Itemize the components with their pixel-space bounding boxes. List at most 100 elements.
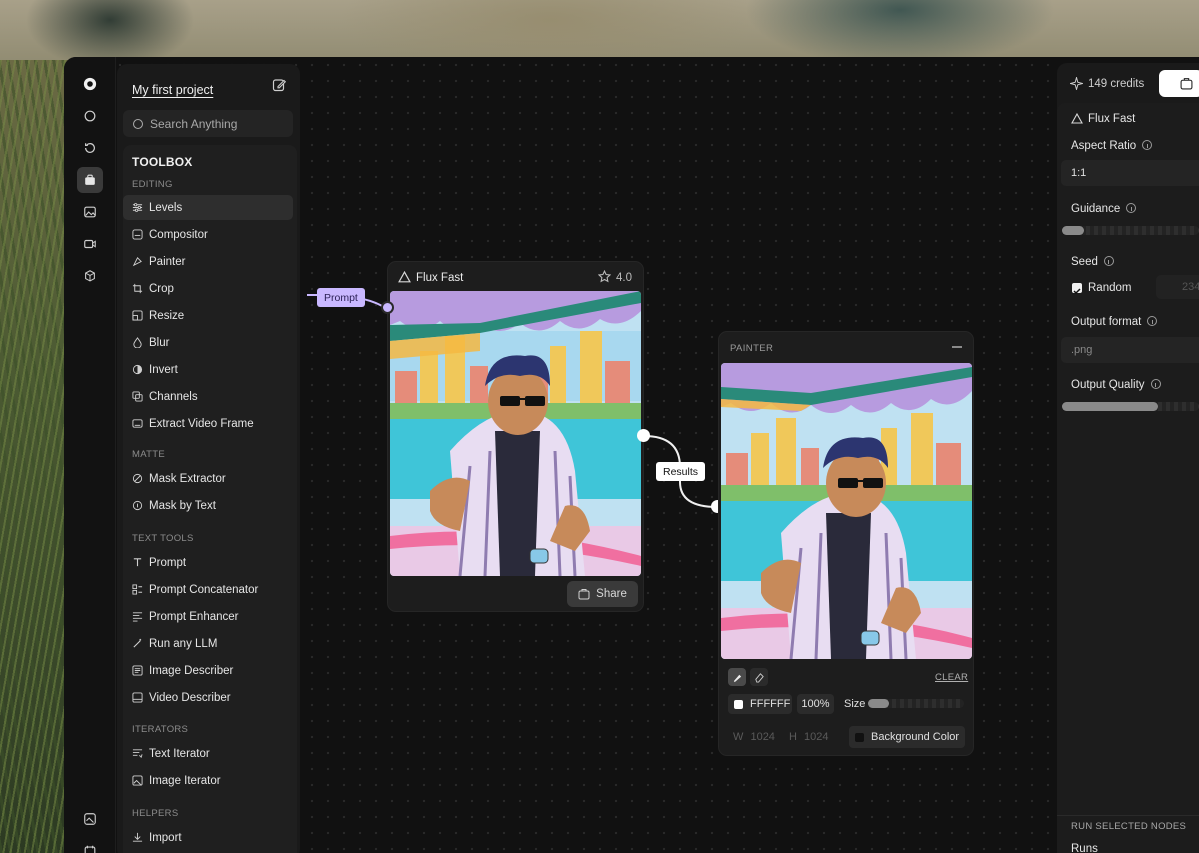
clear-button[interactable]: CLEAR: [935, 672, 968, 683]
height-field[interactable]: H 1024: [789, 731, 829, 743]
toolbox-title: TOOLBOX: [132, 155, 193, 169]
tool-painter[interactable]: Painter: [123, 249, 293, 274]
height-label: H: [789, 731, 797, 743]
video-describe-icon: [132, 692, 143, 703]
tool-label: Prompt Enhancer: [149, 610, 239, 623]
prompt-input-port[interactable]: [381, 301, 394, 314]
project-title[interactable]: My first project: [132, 83, 213, 97]
tool-label: Image Iterator: [149, 774, 221, 787]
search-input[interactable]: Search Anything: [123, 110, 293, 137]
color-swatch: [734, 699, 743, 709]
painter-node[interactable]: PAINTER CLEAR FFFFFF 100% Size W 1024 H …: [718, 331, 974, 756]
seed-input[interactable]: 234: [1156, 275, 1199, 299]
guidance-slider[interactable]: [1062, 226, 1199, 235]
guidance-fill: [1062, 226, 1084, 235]
crop-icon: [132, 283, 143, 294]
tool-mask-extractor[interactable]: Mask Extractor: [123, 466, 293, 491]
flux-fast-node[interactable]: Flux Fast 4.0 Share: [387, 261, 644, 612]
folder-icon: [1180, 78, 1193, 90]
calendar-icon[interactable]: [77, 838, 103, 853]
left-sidebar: My first project Search Anything TOOLBOX…: [117, 64, 300, 853]
share-button[interactable]: Share: [567, 581, 638, 607]
image-icon[interactable]: [77, 199, 103, 225]
brush-opacity-field[interactable]: 100%: [797, 694, 834, 714]
guidance-label: Guidance: [1071, 203, 1137, 215]
invert-icon: [132, 364, 143, 375]
opacity-value: 100%: [801, 698, 830, 710]
tool-video-describer[interactable]: Video Describer: [123, 685, 293, 710]
results-output-port[interactable]: [637, 429, 650, 442]
output-quality-slider[interactable]: [1062, 402, 1199, 411]
tool-label: Invert: [149, 363, 178, 376]
credits-count: 149 credits: [1088, 78, 1145, 90]
minimize-icon[interactable]: [952, 346, 962, 348]
generated-image[interactable]: [390, 291, 641, 576]
random-checkbox[interactable]: [1072, 283, 1082, 295]
width-field[interactable]: W 1024: [733, 731, 775, 743]
right-panel: 149 credits Flux Fast Aspect Ratio 1:1 G…: [1057, 63, 1199, 853]
illustration-man-on-boat: [390, 291, 641, 576]
logo-icon[interactable]: [77, 71, 103, 97]
search-placeholder: Search Anything: [150, 116, 238, 131]
tool-channels[interactable]: Channels: [123, 384, 293, 409]
eraser-icon: [754, 672, 764, 683]
aspect-ratio-select[interactable]: 1:1: [1061, 160, 1199, 186]
top-action-button[interactable]: [1159, 70, 1199, 97]
tool-compositor[interactable]: Compositor: [123, 222, 293, 247]
tool-label: Prompt: [149, 556, 187, 569]
section-editing: EDITING: [132, 179, 173, 190]
text-icon: [133, 558, 142, 567]
rating-value: 4.0: [616, 272, 632, 284]
tool-prompt[interactable]: Prompt: [123, 550, 293, 575]
seed-label: Seed: [1071, 256, 1114, 268]
aspect-ratio-value: 1:1: [1071, 167, 1087, 179]
import-icon: [132, 832, 143, 842]
resize-icon: [132, 310, 143, 321]
width-value: 1024: [750, 731, 775, 743]
info-icon[interactable]: [1142, 140, 1153, 150]
tool-text-iterator[interactable]: Text Iterator: [123, 741, 293, 766]
tool-levels[interactable]: Levels: [123, 195, 293, 220]
tool-import[interactable]: Import: [123, 825, 293, 850]
tool-image-iterator[interactable]: Image Iterator: [123, 768, 293, 793]
brush-size-slider[interactable]: [868, 699, 964, 708]
describe-icon: [132, 665, 143, 676]
tool-label: Prompt Concatenator: [149, 583, 259, 596]
tool-label: Video Describer: [149, 691, 231, 704]
star-icon[interactable]: [598, 270, 611, 283]
3d-cube-icon[interactable]: [77, 263, 103, 289]
tool-image-describer[interactable]: Image Describer: [123, 658, 293, 683]
brush-tool-button[interactable]: [728, 668, 746, 686]
info-icon[interactable]: [1147, 316, 1158, 326]
info-icon[interactable]: [1103, 256, 1114, 266]
gallery-icon[interactable]: [77, 806, 103, 832]
search-icon[interactable]: [77, 103, 103, 129]
prompt-input-tag[interactable]: Prompt: [317, 288, 365, 307]
video-frame-icon: [132, 419, 143, 428]
output-format-select[interactable]: .png: [1061, 337, 1199, 363]
toolbox-icon[interactable]: [77, 167, 103, 193]
info-icon[interactable]: [1126, 203, 1137, 213]
eraser-tool-button[interactable]: [750, 668, 768, 686]
brush-color-field[interactable]: FFFFFF: [728, 694, 792, 714]
edit-icon[interactable]: [271, 77, 287, 93]
tool-blur[interactable]: Blur: [123, 330, 293, 355]
painter-canvas[interactable]: [721, 363, 972, 659]
tool-prompt-concatenator[interactable]: Prompt Concatenator: [123, 577, 293, 602]
background-color-button[interactable]: Background Color: [849, 726, 965, 748]
tool-mask-by-text[interactable]: Mask by Text: [123, 493, 293, 518]
tool-extract-video-frame[interactable]: Extract Video Frame: [123, 411, 293, 436]
height-value: 1024: [804, 731, 829, 743]
info-icon[interactable]: [1150, 379, 1161, 389]
tool-invert[interactable]: Invert: [123, 357, 293, 382]
video-icon[interactable]: [77, 231, 103, 257]
history-icon[interactable]: [77, 135, 103, 161]
tool-resize[interactable]: Resize: [123, 303, 293, 328]
results-tag[interactable]: Results: [656, 462, 706, 481]
model-name: Flux Fast: [1088, 113, 1136, 125]
tool-label: Text Iterator: [149, 747, 210, 760]
model-icon: [1071, 113, 1083, 124]
tool-prompt-enhancer[interactable]: Prompt Enhancer: [123, 604, 293, 629]
tool-run-any-llm[interactable]: Run any LLM: [123, 631, 293, 656]
tool-crop[interactable]: Crop: [123, 276, 293, 301]
